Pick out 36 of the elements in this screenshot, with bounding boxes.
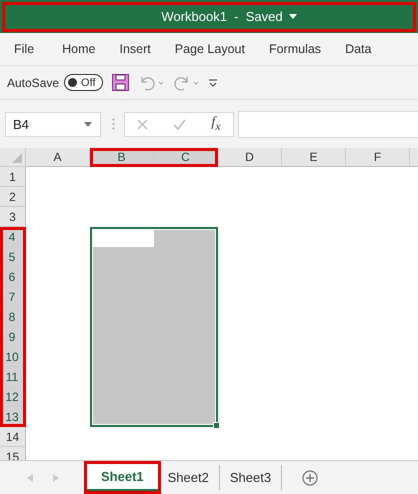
insert-function-button[interactable]: f$_{x}$	[211, 115, 220, 133]
ribbon-tab[interactable]: Formulas	[262, 38, 328, 60]
row-header[interactable]: 14	[0, 427, 26, 447]
column-header[interactable]: A	[26, 148, 90, 167]
autosave-label: AutoSave	[7, 76, 60, 90]
window-title: Workbook1 - Saved	[160, 9, 283, 24]
sheet-tab[interactable]: Sheet2	[158, 465, 220, 490]
sheet-tab[interactable]: Sheet1	[87, 464, 158, 491]
name-box[interactable]: B4	[5, 112, 101, 136]
ribbon-tab[interactable]: Data	[338, 38, 378, 60]
ribbon-tab[interactable]: Home	[55, 38, 102, 60]
row-header[interactable]: 2	[0, 187, 26, 207]
more-icon	[112, 118, 115, 130]
select-all-icon[interactable]	[12, 153, 22, 163]
header-background	[410, 148, 418, 167]
customize-icon[interactable]	[208, 78, 218, 88]
next-sheet-icon[interactable]	[53, 474, 59, 482]
ribbon-tab[interactable]: File	[7, 38, 42, 60]
save-icon[interactable]	[112, 74, 129, 91]
ribbon-tab[interactable]: Page Layout	[168, 38, 252, 60]
row-header[interactable]: 1	[0, 167, 26, 187]
ribbon-tab[interactable]: Insert	[112, 38, 158, 60]
column-header[interactable]: F	[346, 148, 410, 167]
active-cell[interactable]	[93, 230, 154, 247]
add-sheet-icon[interactable]	[302, 470, 318, 486]
column-header[interactable]: D	[218, 148, 282, 167]
sheet-tab[interactable]: Sheet3	[220, 465, 282, 490]
column-header[interactable]: E	[282, 148, 346, 167]
formula-input[interactable]	[238, 110, 418, 138]
redo-icon[interactable]	[172, 74, 199, 90]
cancel-icon[interactable]	[137, 118, 148, 130]
row-header[interactable]: 3	[0, 207, 26, 227]
autosave-toggle[interactable]: Off	[64, 74, 103, 91]
previous-sheet-icon[interactable]	[27, 474, 33, 482]
check-icon[interactable]	[173, 118, 186, 130]
caret-icon[interactable]	[288, 14, 297, 19]
